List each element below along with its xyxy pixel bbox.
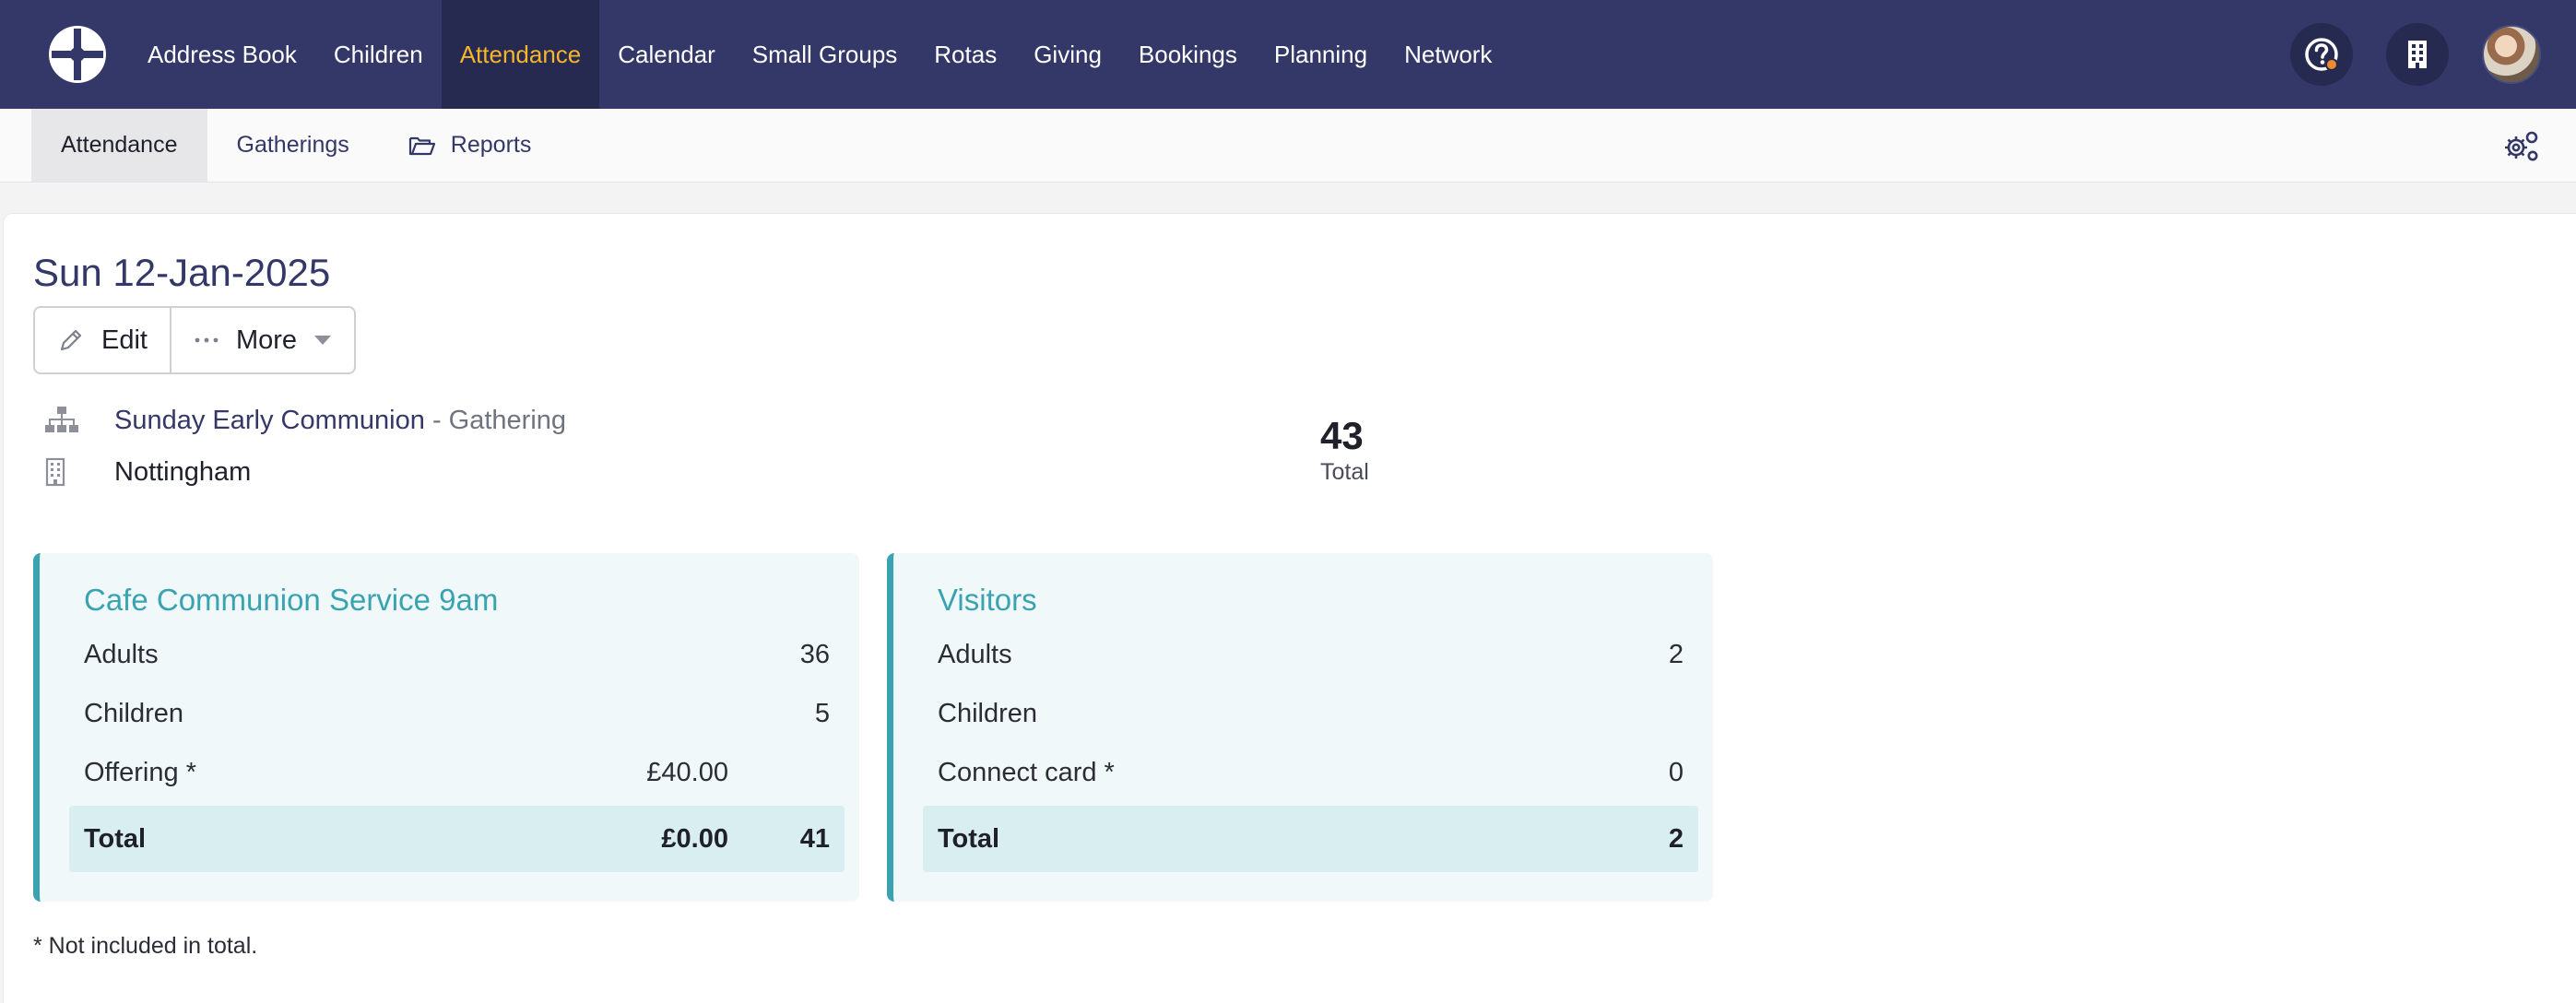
notification-dot [2325,58,2338,71]
row-label: Adults [938,639,1012,669]
panel-row: Children 5 [84,684,830,743]
service-panel-title[interactable]: Cafe Communion Service 9am [84,575,830,625]
location-row: Nottingham [33,446,2546,498]
nav-children[interactable]: Children [315,0,442,109]
nav-rotas[interactable]: Rotas [916,0,1015,109]
total-amount: £0.00 [661,823,728,854]
row-label: Offering * [84,757,196,787]
panel-row: Connect card * 0 [938,743,1684,802]
edit-button[interactable]: Edit [35,308,170,372]
subnav-attendance[interactable]: Attendance [31,109,207,182]
visitors-panel-title[interactable]: Visitors [938,575,1684,625]
building-icon [2408,41,2427,68]
total-count: 41 [799,823,830,854]
panel-total-row: Total 2 [923,806,1698,872]
nav-bookings[interactable]: Bookings [1120,0,1256,109]
more-button[interactable]: More [169,308,354,372]
footnote: * Not included in total. [33,933,258,959]
subnav-actions [2502,109,2541,182]
panel-total-row: Total £0.00 41 [69,806,845,872]
folder-open-icon [408,136,435,155]
attendance-detail-card: Sun 12-Jan-2025 Edit More Sunday Early C… [4,214,2576,1003]
main-nav-items: Address Book Children Attendance Calenda… [129,0,1510,109]
visitors-panel: Visitors Adults 2 Children Connect card … [887,553,1713,902]
row-label: Adults [84,639,159,669]
nav-small-groups[interactable]: Small Groups [734,0,916,109]
action-button-group: Edit More [33,306,357,374]
pencil-icon [60,329,82,351]
attendance-panels: Cafe Communion Service 9am Adults 36 Chi… [33,553,2546,902]
row-amount: £40.00 [646,757,728,787]
row-label: Children [84,698,183,728]
ellipsis-icon [195,337,219,343]
nav-giving[interactable]: Giving [1015,0,1120,109]
page-title: Sun 12-Jan-2025 [33,251,331,294]
attendance-total-stat: 43 Total [1320,413,1369,486]
attendance-total-label: Total [1320,459,1369,485]
organisation-button[interactable] [2386,23,2449,86]
panel-row: Adults 36 [84,625,830,684]
attendance-total-value: 43 [1320,414,1364,457]
edit-button-label: Edit [101,324,148,355]
total-label: Total [84,823,147,854]
nav-calendar[interactable]: Calendar [599,0,734,109]
panel-row: Offering * £40.00 [84,743,830,802]
location-building-icon [33,457,114,487]
more-button-label: More [235,324,298,355]
sitemap-icon [33,406,114,435]
total-label: Total [938,823,1000,854]
row-count: 0 [1668,757,1684,787]
row-label: Connect card * [938,757,1115,787]
sub-navigation-bar: Attendance Gatherings Reports [0,109,2576,183]
row-count: 2 [1668,639,1684,669]
nav-network[interactable]: Network [1386,0,1510,109]
gathering-type-label: - Gathering [424,405,567,435]
total-count: 2 [1668,823,1684,854]
subnav-gatherings[interactable]: Gatherings [207,109,379,182]
nav-address-book[interactable]: Address Book [129,0,315,109]
top-nav-actions [2290,23,2541,86]
caret-down-icon [314,336,332,345]
subnav-attendance-label: Attendance [61,132,178,158]
gathering-row: Sunday Early Communion - Gathering [33,395,2546,446]
nav-planning[interactable]: Planning [1256,0,1386,109]
row-count: 36 [799,639,830,669]
service-panel: Cafe Communion Service 9am Adults 36 Chi… [33,553,859,902]
panel-row: Children [938,684,1684,743]
user-avatar[interactable] [2482,25,2541,84]
app-logo-icon[interactable] [46,23,109,86]
gears-icon[interactable] [2502,128,2541,163]
gathering-link[interactable]: Sunday Early Communion [114,406,425,436]
help-button[interactable] [2290,23,2353,86]
subnav-reports-label: Reports [450,132,532,158]
subnav-gatherings-label: Gatherings [236,132,349,158]
location-name: Nottingham [114,456,252,487]
row-count: 5 [814,698,830,728]
nav-attendance[interactable]: Attendance [441,0,600,109]
panel-row: Adults 2 [938,625,1684,684]
row-label: Children [938,698,1037,728]
top-navigation-bar: Address Book Children Attendance Calenda… [0,0,2576,109]
subnav-reports[interactable]: Reports [379,109,561,182]
